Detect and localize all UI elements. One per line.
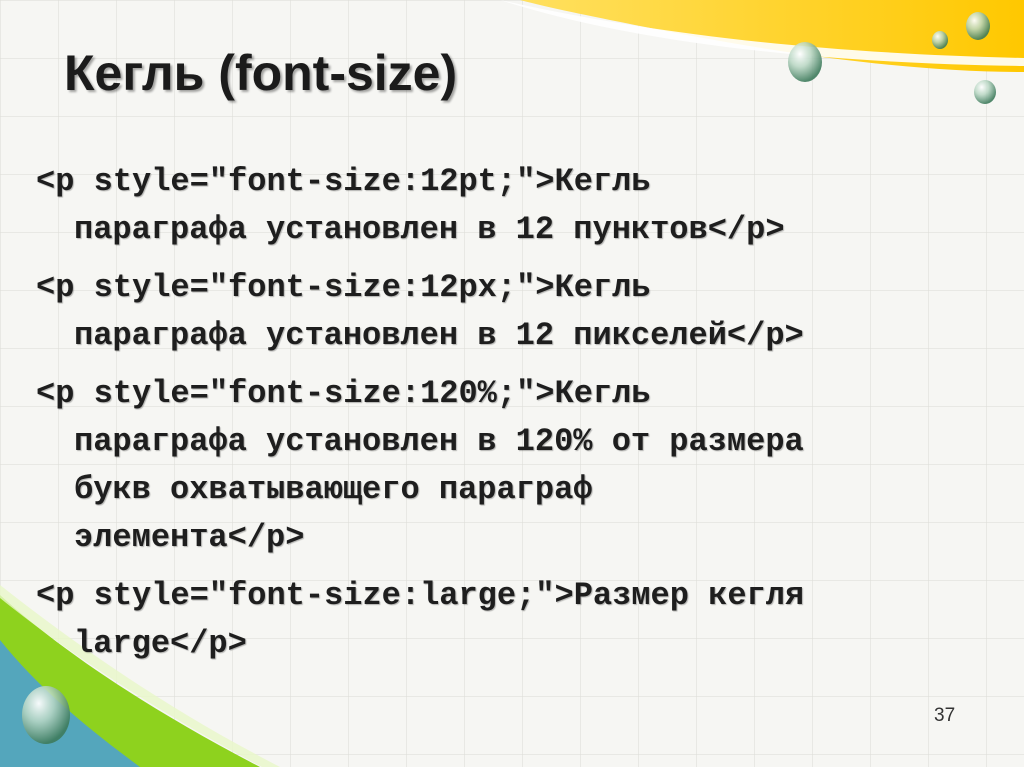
code-line: параграфа установлен в 12 пунктов</p> [74,211,785,248]
slide-number: 37 [934,705,956,726]
water-drop-icon [974,80,996,104]
code-paragraph-large: <p style="font-size:large;">Размер кегля… [36,572,1006,668]
code-paragraph-12pt: <p style="font-size:12pt;">Кегль парагра… [36,158,1006,254]
slide-title: Кегль (font-size) [64,45,458,101]
water-drop-icon [966,12,990,40]
code-paragraph-12px: <p style="font-size:12px;">Кегль парагра… [36,264,1006,360]
code-line: <p style="font-size:120%;">Кегль [36,375,651,412]
code-line: large</p> [74,625,247,662]
code-listing: <p style="font-size:12pt;">Кегль парагра… [36,158,1006,678]
water-drop-icon [788,42,822,82]
code-line: элемента</p> [74,519,305,556]
water-drop-icon [932,31,948,49]
code-line: <p style="font-size:large;">Размер кегля [36,577,805,614]
code-line: букв охватывающего параграф [74,471,593,508]
code-line: параграфа установлен в 12 пикселей</p> [74,317,804,354]
code-paragraph-120-percent: <p style="font-size:120%;">Кегль парагра… [36,370,1006,562]
code-line: <p style="font-size:12pt;">Кегль [36,163,651,200]
water-drop-icon [22,686,70,744]
code-line: <p style="font-size:12px;">Кегль [36,269,651,306]
code-line: параграфа установлен в 120% от размера [74,423,804,460]
